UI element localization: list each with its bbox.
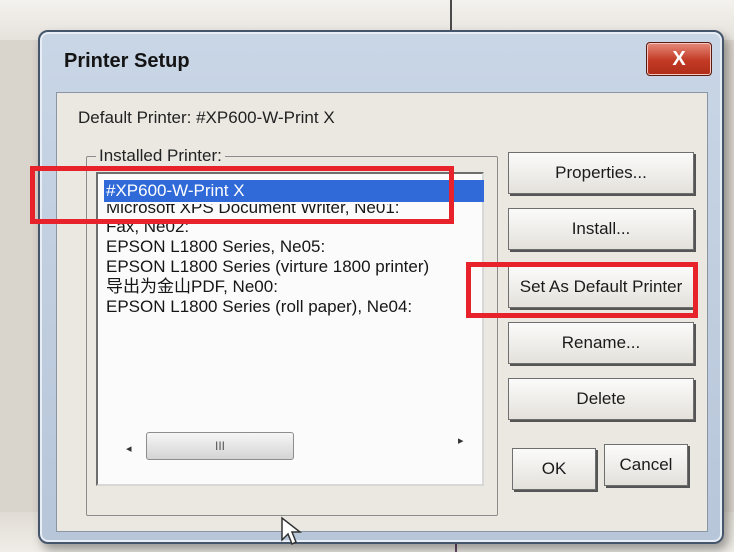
highlight-box-set-default (466, 262, 698, 318)
delete-button[interactable]: Delete (508, 378, 694, 420)
installed-printer-label: Installed Printer: (96, 146, 225, 166)
cancel-button[interactable]: Cancel (604, 444, 688, 486)
printer-item[interactable]: 导出为金山PDF, Ne00: (104, 276, 280, 298)
horizontal-scrollbar[interactable]: ◂ III ▸ (98, 424, 478, 468)
grip-icon: III (214, 439, 225, 453)
mouse-cursor-icon (281, 516, 302, 546)
ok-button[interactable]: OK (512, 448, 596, 490)
dialog-title: Printer Setup (64, 50, 190, 72)
scroll-thumb[interactable]: III (146, 432, 294, 460)
default-printer-label: Default Printer: #XP600-W-Print X (78, 108, 335, 127)
rename-button[interactable]: Rename... (508, 322, 694, 364)
properties-button[interactable]: Properties... (508, 152, 694, 194)
printer-item[interactable]: EPSON L1800 Series (roll paper), Ne04: (104, 296, 414, 318)
printer-item[interactable]: EPSON L1800 Series, Ne05: (104, 236, 327, 258)
scroll-right-icon[interactable]: ▸ (458, 434, 464, 447)
highlight-box-printer (30, 166, 454, 224)
printer-item[interactable]: EPSON L1800 Series (virture 1800 printer… (104, 256, 431, 278)
install-button[interactable]: Install... (508, 208, 694, 250)
close-button[interactable]: X (646, 42, 712, 76)
close-icon: X (672, 48, 686, 70)
scroll-left-icon[interactable]: ◂ (126, 442, 132, 455)
